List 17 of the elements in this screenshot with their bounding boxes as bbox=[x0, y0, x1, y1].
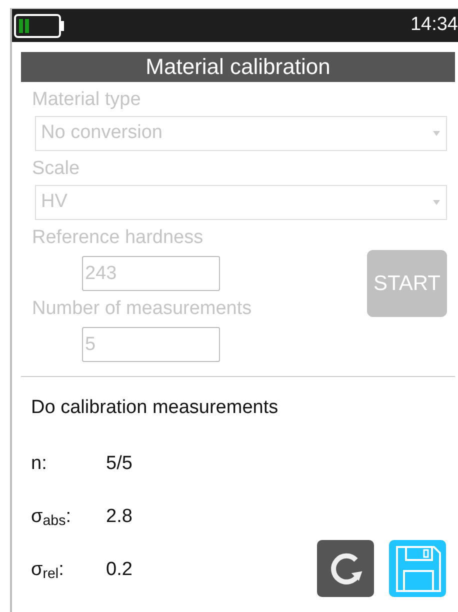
repeat-button[interactable] bbox=[317, 540, 374, 597]
battery-icon bbox=[14, 14, 66, 38]
field-label: Number of measurements bbox=[32, 297, 252, 321]
result-label: σ$_{rel}$: bbox=[31, 558, 65, 582]
page-title: Material calibration bbox=[21, 52, 455, 82]
field-label: Material type bbox=[32, 88, 142, 112]
result-value: 5/5 bbox=[106, 452, 132, 476]
clock-time: 14:34 bbox=[410, 13, 458, 38]
result-label: n: bbox=[31, 452, 48, 476]
result-value: 2.8 bbox=[106, 504, 132, 528]
caret-icon bbox=[433, 200, 440, 205]
field-label: Reference hardness bbox=[32, 226, 204, 250]
field-label: Scale bbox=[32, 157, 81, 181]
section-heading: Do calibration measurements bbox=[31, 396, 280, 420]
result-label: σ$_{abs}$: bbox=[31, 504, 72, 528]
result-value: 0.2 bbox=[106, 558, 132, 582]
caret-icon bbox=[433, 131, 440, 136]
